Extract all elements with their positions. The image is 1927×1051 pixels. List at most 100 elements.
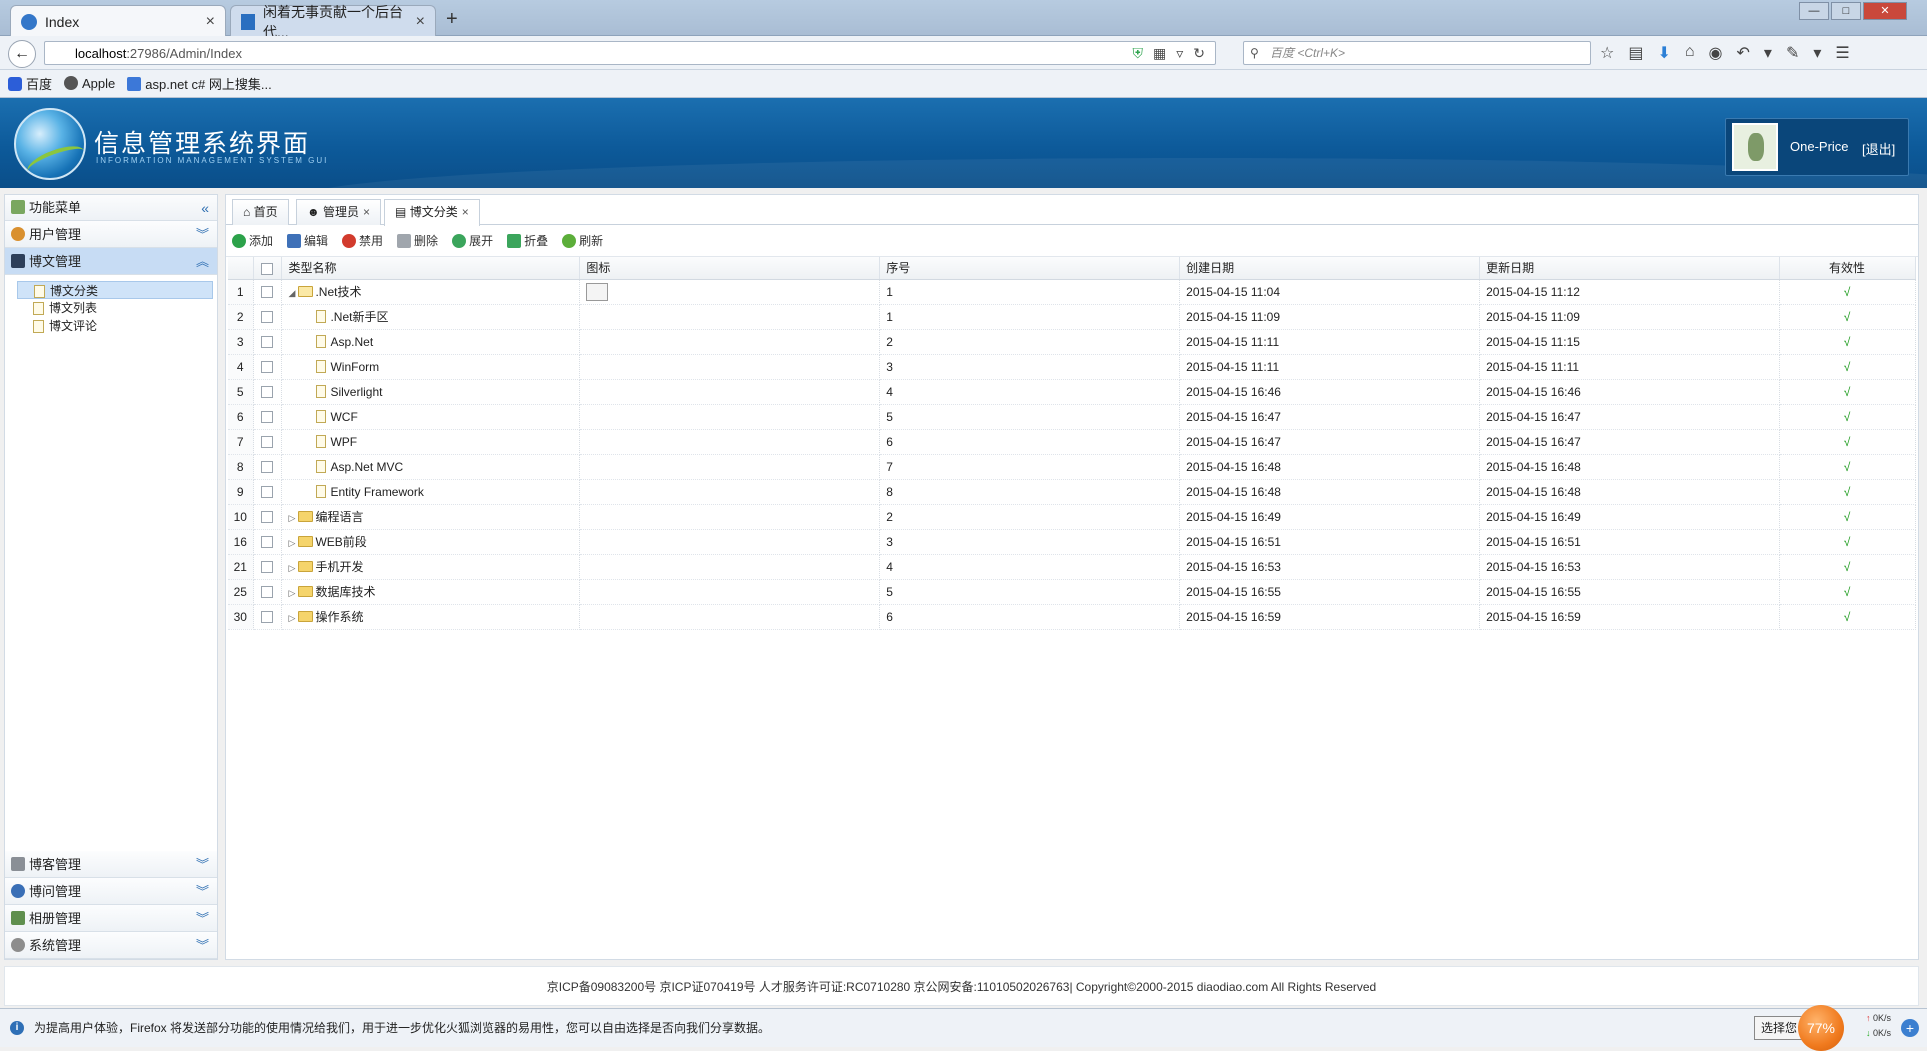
row-checkbox[interactable] bbox=[253, 504, 283, 530]
tab-home[interactable]: ⌂ 首页 bbox=[232, 199, 289, 225]
speed-meter-icon[interactable]: 77% bbox=[1798, 1005, 1844, 1051]
qr-code-icon[interactable]: ▦ bbox=[1153, 45, 1166, 62]
column-header-created[interactable]: 创建日期 bbox=[1179, 257, 1481, 280]
undo-icon[interactable]: ↶ bbox=[1737, 43, 1750, 63]
column-header-name[interactable]: 类型名称 bbox=[281, 257, 581, 280]
collapsed-triangle-icon[interactable]: ▷ bbox=[288, 588, 298, 599]
table-row[interactable]: 5 Silverlight 4 2015-04-15 16:46 2015-04-15 … bbox=[228, 379, 1917, 405]
chevron-double-up-icon[interactable]: ︽ bbox=[196, 248, 209, 275]
table-row[interactable]: 1 ◢ .Net技术 1 2015-04-15 11:04 2015-04-15 11:1… bbox=[228, 279, 1917, 305]
row-checkbox[interactable] bbox=[253, 604, 283, 630]
table-row[interactable]: 9 Entity Framework 8 2015-04-15 16:48 2015-0… bbox=[228, 479, 1917, 505]
column-header-order[interactable]: 序号 bbox=[879, 257, 1181, 280]
delete-button[interactable]: 删除 bbox=[397, 225, 438, 256]
disable-button[interactable]: 禁用 bbox=[342, 225, 383, 256]
sidebar-item-qa-management[interactable]: 博问管理 ︾ bbox=[5, 878, 217, 905]
sidebar-item-album-management[interactable]: 相册管理 ︾ bbox=[5, 905, 217, 932]
table-row[interactable]: 8 Asp.Net MVC 7 2015-04-15 16:48 2015-04-15 … bbox=[228, 454, 1917, 480]
table-row[interactable]: 6 WCF 5 2015-04-15 16:47 2015-04-15 16:47 √ bbox=[228, 404, 1917, 430]
sidebar-item-blogger-management[interactable]: 博客管理 ︾ bbox=[5, 851, 217, 878]
window-close-icon[interactable]: ✕ bbox=[1863, 2, 1907, 20]
select-all-checkbox[interactable] bbox=[253, 257, 283, 280]
collapsed-triangle-icon[interactable]: ▷ bbox=[288, 513, 298, 524]
edit-button[interactable]: 编辑 bbox=[287, 225, 328, 256]
expand-button[interactable]: 展开 bbox=[452, 225, 493, 256]
row-checkbox[interactable] bbox=[253, 479, 283, 505]
home-icon[interactable]: ⌂ bbox=[1685, 43, 1695, 63]
close-tab-icon[interactable]: × bbox=[206, 13, 215, 31]
new-tab-icon[interactable]: + bbox=[446, 8, 458, 31]
reading-list-icon[interactable]: ▤ bbox=[1628, 43, 1643, 63]
row-checkbox[interactable] bbox=[253, 554, 283, 580]
bookmark-apple[interactable]: Apple bbox=[64, 76, 115, 91]
bookmark-aspnet[interactable]: asp.net c# 网上搜集... bbox=[127, 74, 272, 93]
search-input[interactable]: ⚲ 百度 <Ctrl+K> bbox=[1243, 41, 1591, 65]
tab-blog-category[interactable]: ▤ 博文分类 × bbox=[384, 199, 480, 226]
chevron-double-down-icon[interactable]: ︾ bbox=[196, 932, 209, 959]
row-checkbox[interactable] bbox=[253, 579, 283, 605]
shield-icon[interactable]: ⛨ bbox=[1133, 45, 1144, 62]
url-bar[interactable]: localhost:27986/Admin/Index ⛨ ▦ ▿ ↻ bbox=[44, 41, 1216, 65]
column-header-icon[interactable]: 图标 bbox=[579, 257, 881, 280]
close-icon[interactable]: × bbox=[462, 205, 469, 219]
table-row[interactable]: 16 ▷ WEB前段 3 2015-04-15 16:51 2015-04-15 16:5… bbox=[228, 529, 1917, 555]
logout-link[interactable]: [退出] bbox=[1862, 139, 1895, 158]
chat-icon[interactable]: ◉ bbox=[1709, 43, 1723, 63]
row-checkbox[interactable] bbox=[253, 304, 283, 330]
dropdown-icon[interactable]: ▿ bbox=[1176, 45, 1183, 62]
table-row[interactable]: 4 WinForm 3 2015-04-15 11:11 2015-04-15 11:1… bbox=[228, 354, 1917, 380]
column-header-updated[interactable]: 更新日期 bbox=[1479, 257, 1780, 280]
add-button[interactable]: 添加 bbox=[232, 225, 273, 256]
column-header-valid[interactable]: 有效性 bbox=[1779, 257, 1917, 280]
maximize-icon[interactable]: □ bbox=[1831, 2, 1861, 20]
reload-icon[interactable]: ↻ bbox=[1193, 45, 1205, 62]
table-row[interactable]: 2 .Net新手区 1 2015-04-15 11:09 2015-04-15 11:0… bbox=[228, 304, 1917, 330]
menu-icon[interactable]: ☰ bbox=[1835, 43, 1849, 63]
row-checkbox[interactable] bbox=[253, 529, 283, 555]
browser-tab-other[interactable]: 闲着无事贡献一个后台代... × bbox=[230, 4, 436, 40]
download-icon[interactable]: ⬇ bbox=[1657, 43, 1670, 63]
table-row[interactable]: 25 ▷ 数据库技术 5 2015-04-15 16:55 2015-04-15 16:5… bbox=[228, 579, 1917, 605]
bookmark-star-icon[interactable]: ☆ bbox=[1600, 43, 1614, 63]
chevron-down-icon[interactable]: ▾ bbox=[1764, 43, 1772, 63]
table-row[interactable]: 7 WPF 6 2015-04-15 16:47 2015-04-15 16:47 √ bbox=[228, 429, 1917, 455]
minimize-icon[interactable]: — bbox=[1799, 2, 1829, 20]
plus-icon[interactable]: + bbox=[1901, 1019, 1919, 1037]
row-checkbox[interactable] bbox=[253, 354, 283, 380]
row-checkbox[interactable] bbox=[253, 279, 283, 305]
extension-icon[interactable]: ✎ bbox=[1786, 43, 1799, 63]
row-checkbox[interactable] bbox=[253, 404, 283, 430]
chevron-down-icon[interactable]: ▾ bbox=[1813, 43, 1821, 63]
chevron-double-down-icon[interactable]: ︾ bbox=[196, 221, 209, 248]
collapse-button[interactable]: 折叠 bbox=[507, 225, 548, 256]
back-arrow-icon[interactable]: ← bbox=[8, 40, 36, 68]
expanded-triangle-icon[interactable]: ◢ bbox=[288, 288, 298, 299]
choose-button[interactable]: 选择您 bbox=[1754, 1016, 1805, 1040]
table-row[interactable]: 30 ▷ 操作系统 6 2015-04-15 16:59 2015-04-15 16:59… bbox=[228, 604, 1917, 630]
row-checkbox[interactable] bbox=[253, 379, 283, 405]
sidebar-item-system-management[interactable]: 系统管理 ︾ bbox=[5, 932, 217, 959]
table-row[interactable]: 3 Asp.Net 2 2015-04-15 11:11 2015-04-15 11:1… bbox=[228, 329, 1917, 355]
chevron-double-down-icon[interactable]: ︾ bbox=[196, 851, 209, 878]
table-row[interactable]: 21 ▷ 手机开发 4 2015-04-15 16:53 2015-04-15 16:53… bbox=[228, 554, 1917, 580]
tree-item-blog-list[interactable]: 博文列表 bbox=[17, 299, 213, 317]
row-checkbox[interactable] bbox=[253, 429, 283, 455]
close-tab-icon[interactable]: × bbox=[416, 13, 425, 31]
tree-item-blog-category[interactable]: 博文分类 bbox=[17, 281, 213, 299]
tree-item-blog-comments[interactable]: 博文评论 bbox=[17, 317, 213, 335]
refresh-button[interactable]: 刷新 bbox=[562, 225, 603, 256]
collapsed-triangle-icon[interactable]: ▷ bbox=[288, 613, 298, 624]
browser-tab-index[interactable]: Index × bbox=[10, 5, 226, 37]
tab-admin[interactable]: ☻ 管理员 × bbox=[296, 199, 382, 225]
chevron-double-down-icon[interactable]: ︾ bbox=[196, 905, 209, 932]
chevron-double-down-icon[interactable]: ︾ bbox=[196, 878, 209, 905]
row-checkbox[interactable] bbox=[253, 329, 283, 355]
collapse-left-icon[interactable]: « bbox=[201, 195, 209, 221]
sidebar-item-user-management[interactable]: 用户管理 ︾ bbox=[5, 221, 217, 248]
bookmark-baidu[interactable]: 百度 bbox=[8, 74, 52, 93]
table-row[interactable]: 10 ▷ 编程语言 2 2015-04-15 16:49 2015-04-15 16:49… bbox=[228, 504, 1917, 530]
close-icon[interactable]: × bbox=[363, 205, 370, 219]
row-checkbox[interactable] bbox=[253, 454, 283, 480]
sidebar-item-blog-management[interactable]: 博文管理 ︽ bbox=[5, 248, 217, 275]
collapsed-triangle-icon[interactable]: ▷ bbox=[288, 538, 298, 549]
